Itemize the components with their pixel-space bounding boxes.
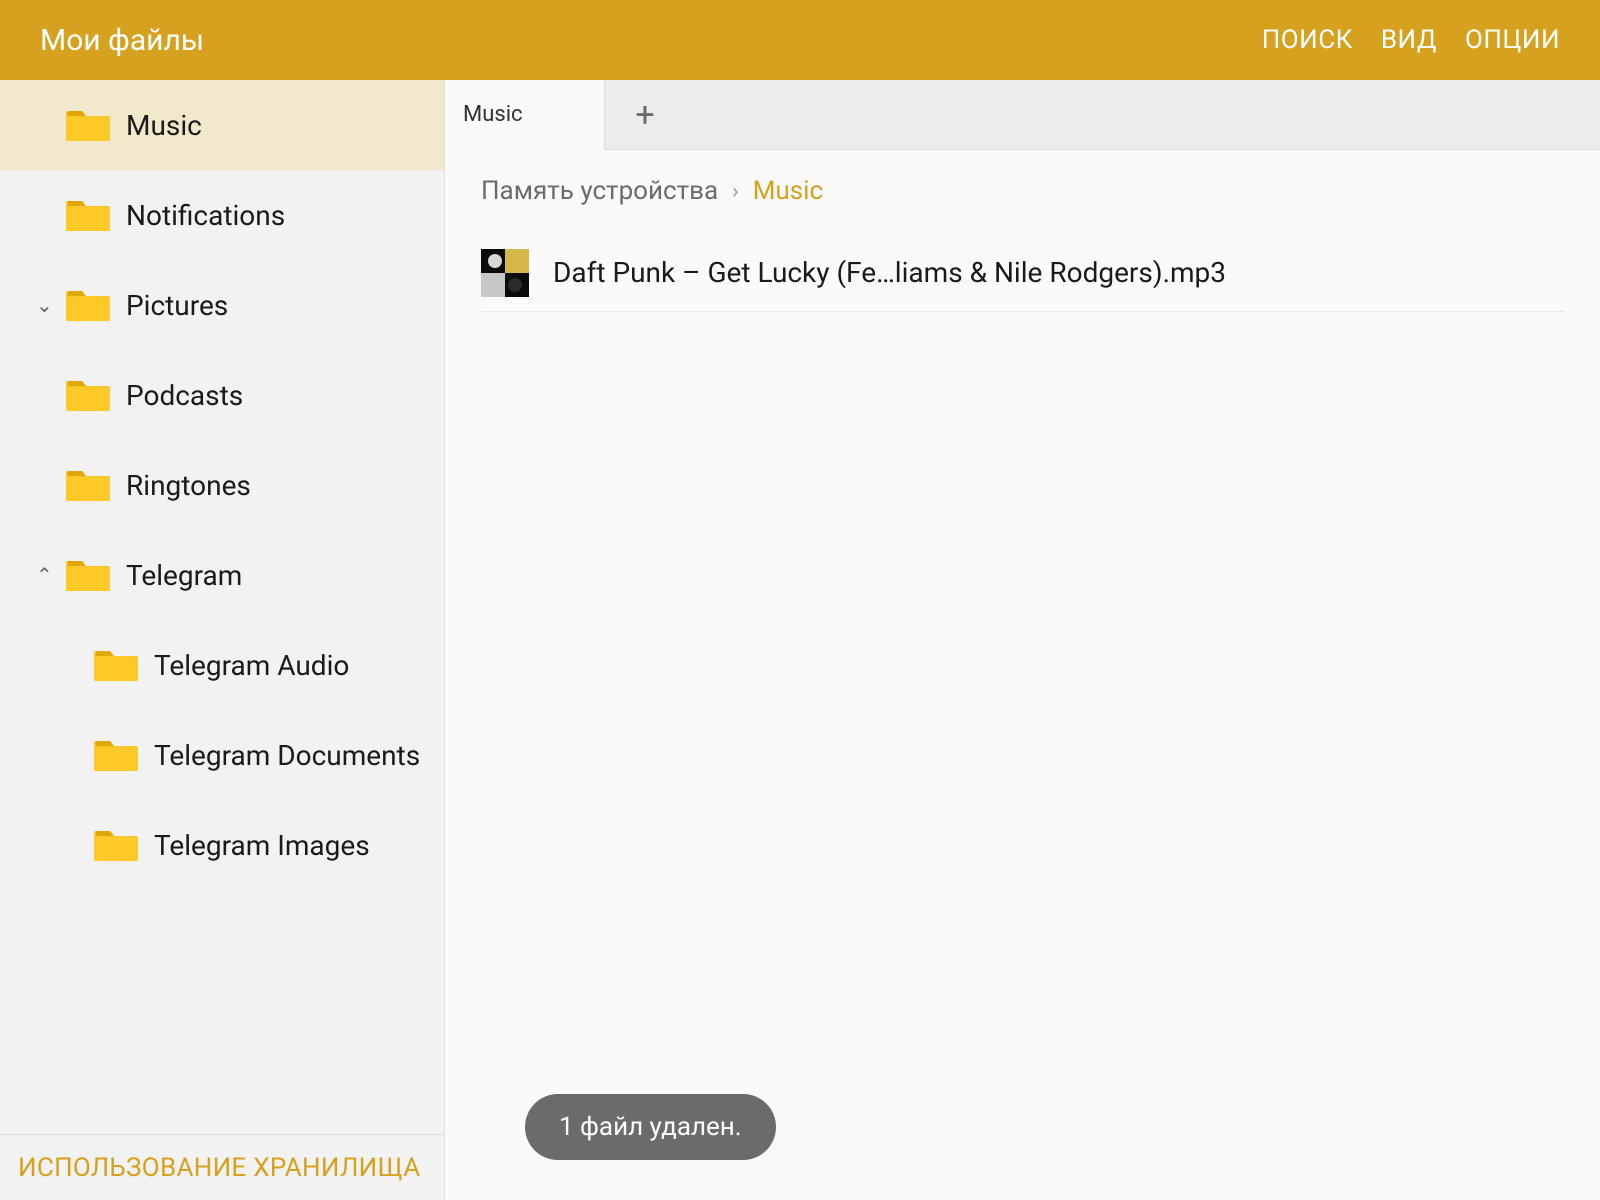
header-actions: ПОИСК ВИД ОПЦИИ: [1262, 25, 1560, 55]
options-action[interactable]: ОПЦИИ: [1465, 25, 1560, 55]
chevron-right-icon: ›: [732, 179, 739, 204]
sidebar-item-ringtones[interactable]: Ringtones: [0, 440, 444, 530]
folder-icon: [66, 467, 110, 503]
search-action[interactable]: ПОИСК: [1262, 25, 1353, 55]
sidebar-item-label: Telegram Images: [154, 829, 370, 862]
breadcrumb: Память устройства › Music: [445, 150, 1600, 224]
sidebar-item-label: Music: [126, 109, 202, 142]
sidebar-item-label: Pictures: [126, 289, 228, 322]
add-tab-button[interactable]: +: [605, 80, 685, 149]
main-pane: Music + Память устройства › Music Daft P…: [445, 80, 1600, 1200]
sidebar-item-notifications[interactable]: Notifications: [0, 170, 444, 260]
album-art-icon: [481, 249, 529, 297]
chevron-up-icon[interactable]: ⌃: [36, 563, 53, 587]
sidebar-item-telegram[interactable]: ⌃ Telegram: [0, 530, 444, 620]
sidebar-item-label: Podcasts: [126, 379, 243, 412]
sidebar-item-telegram-documents[interactable]: Telegram Documents: [0, 710, 444, 800]
folder-icon: [94, 827, 138, 863]
folder-icon: [66, 197, 110, 233]
file-list: Daft Punk – Get Lucky (Fe…liams & Nile R…: [445, 224, 1600, 322]
sidebar-item-label: Notifications: [126, 199, 285, 232]
chevron-down-icon[interactable]: ⌄: [36, 293, 53, 317]
folder-icon: [66, 287, 110, 323]
sidebar-item-label: Telegram Audio: [154, 649, 349, 682]
app-header: Мои файлы ПОИСК ВИД ОПЦИИ: [0, 0, 1600, 80]
tab-music[interactable]: Music: [445, 80, 605, 150]
file-name: Daft Punk – Get Lucky (Fe…liams & Nile R…: [553, 256, 1226, 289]
toast-message: 1 файл удален.: [525, 1094, 776, 1160]
storage-usage-button[interactable]: ИСПОЛЬЗОВАНИЕ ХРАНИЛИЩА: [0, 1134, 444, 1200]
sidebar-item-music[interactable]: Music: [0, 80, 444, 170]
sidebar-item-label: Telegram: [126, 559, 242, 592]
sidebar-item-podcasts[interactable]: Podcasts: [0, 350, 444, 440]
sidebar-item-pictures[interactable]: ⌄ Pictures: [0, 260, 444, 350]
folder-icon: [66, 557, 110, 593]
sidebar: Music Notifications ⌄ Pictures Podcasts R…: [0, 80, 445, 1200]
tab-bar: Music +: [445, 80, 1600, 150]
file-row[interactable]: Daft Punk – Get Lucky (Fe…liams & Nile R…: [481, 234, 1564, 312]
app-title: Мои файлы: [40, 23, 204, 58]
folder-icon: [94, 647, 138, 683]
sidebar-item-telegram-images[interactable]: Telegram Images: [0, 800, 444, 890]
view-action[interactable]: ВИД: [1381, 25, 1437, 55]
folder-icon: [66, 377, 110, 413]
sidebar-item-label: Ringtones: [126, 469, 251, 502]
folder-icon: [94, 737, 138, 773]
sidebar-item-telegram-audio[interactable]: Telegram Audio: [0, 620, 444, 710]
plus-icon: +: [635, 95, 654, 135]
breadcrumb-parent[interactable]: Память устройства: [481, 176, 718, 206]
folder-icon: [66, 107, 110, 143]
sidebar-item-label: Telegram Documents: [154, 739, 420, 772]
breadcrumb-current[interactable]: Music: [753, 176, 823, 206]
